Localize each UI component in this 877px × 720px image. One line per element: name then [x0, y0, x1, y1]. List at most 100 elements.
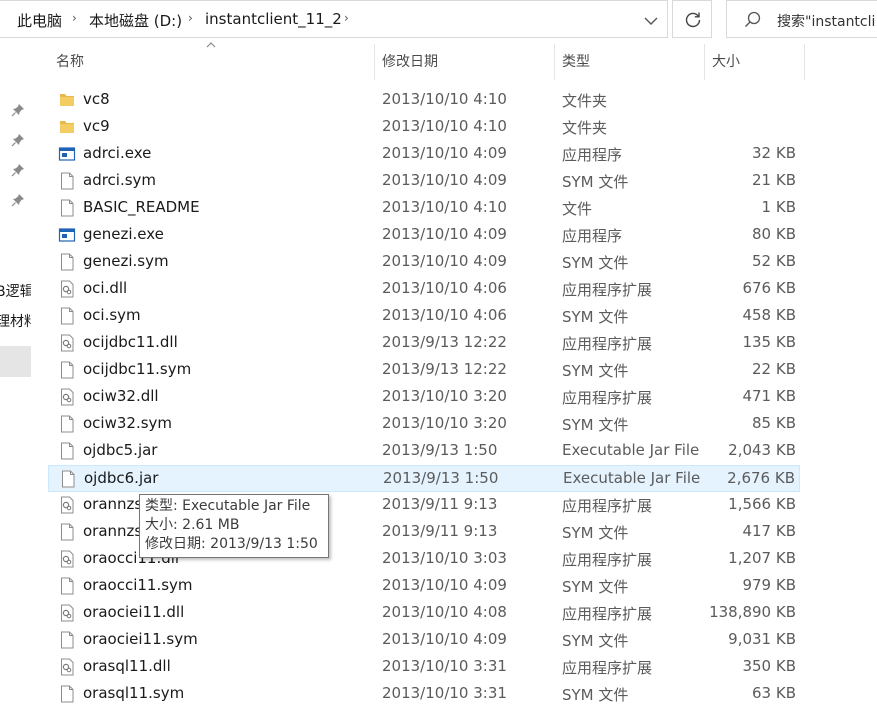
file-name: ojdbc6.jar [84, 469, 159, 487]
file-row[interactable]: ociw32.dll 2013/10/10 3:20 应用程序扩展 471 KB [48, 384, 800, 411]
file-row[interactable]: oraocci11.sym 2013/10/10 4:09 SYM 文件 979 KB [48, 573, 800, 600]
column-divider[interactable] [804, 44, 805, 80]
file-icon [58, 685, 76, 703]
sort-up-icon [206, 42, 216, 48]
file-row[interactable]: ocijdbc11.dll 2013/9/13 12:22 应用程序扩展 135 KB [48, 330, 800, 357]
file-date: 2013/10/10 4:09 [382, 144, 507, 162]
search-input[interactable]: 搜索"instantcli [726, 0, 877, 38]
breadcrumb-current-folder[interactable]: instantclient_11_2 [205, 10, 342, 28]
file-row[interactable]: vc9 2013/10/10 4:10 文件夹 [48, 114, 800, 141]
file-row[interactable]: oci.sym 2013/10/10 4:06 SYM 文件 458 KB [48, 303, 800, 330]
pin-icon[interactable] [11, 133, 25, 147]
file-name: vc9 [83, 117, 110, 135]
tooltip-size: 大小: 2.61 MB [145, 517, 240, 533]
file-row[interactable]: vc8 2013/10/10 4:10 文件夹 [48, 87, 800, 114]
file-row[interactable]: orasql11.sym 2013/10/10 3:31 SYM 文件 63 KB [48, 681, 800, 708]
file-size: 21 KB [752, 171, 796, 189]
file-type: Executable Jar File [562, 441, 700, 459]
file-type: SYM 文件 [562, 416, 629, 434]
file-type: 应用程序扩展 [562, 605, 653, 623]
dll-icon [58, 604, 76, 622]
file-date: 2013/9/13 1:50 [383, 469, 499, 487]
file-type: Executable Jar File [563, 469, 701, 487]
column-divider[interactable] [554, 44, 555, 80]
address-box[interactable]: 此电脑 › 本地磁盘 (D:) › instantclient_11_2 › [0, 0, 668, 38]
file-type: 应用程序扩展 [562, 335, 653, 353]
breadcrumb-this-pc[interactable]: 此电脑 [17, 10, 62, 31]
file-name: ociw32.dll [83, 387, 159, 405]
file-icon [59, 470, 77, 488]
search-placeholder: 搜索"instantcli [777, 14, 876, 30]
file-date: 2013/9/13 12:22 [382, 360, 507, 378]
file-size: 138,890 KB [709, 603, 796, 621]
pin-icon[interactable] [11, 163, 25, 177]
chevron-down-icon[interactable] [640, 10, 662, 32]
column-header-name[interactable]: 名称 [56, 44, 84, 80]
nav-item[interactable]: B逻辑 [0, 281, 31, 301]
folder-icon [58, 118, 76, 136]
file-date: 2013/10/10 4:09 [382, 252, 507, 270]
breadcrumb-local-disk[interactable]: 本地磁盘 (D:) [89, 10, 182, 31]
file-name: oraociei11.sym [83, 630, 198, 648]
file-name: ocijdbc11.sym [83, 360, 192, 378]
file-type: 应用程序扩展 [562, 497, 653, 515]
breadcrumb-separator-icon[interactable]: › [72, 11, 77, 25]
file-date: 2013/10/10 4:10 [382, 198, 507, 216]
file-date: 2013/10/10 4:09 [382, 576, 507, 594]
file-row[interactable]: BASIC_README 2013/10/10 4:10 文件 1 KB [48, 195, 800, 222]
pin-icon[interactable] [11, 193, 25, 207]
address-bar: 此电脑 › 本地磁盘 (D:) › instantclient_11_2 › 搜… [0, 0, 877, 40]
pin-icon[interactable] [11, 103, 25, 117]
file-size: 979 KB [742, 576, 796, 594]
file-row-selected[interactable]: ojdbc6.jar 2013/9/13 1:50 Executable Jar F… [48, 465, 800, 492]
column-header-date[interactable]: 修改日期 [382, 44, 438, 80]
file-row[interactable]: oci.dll 2013/10/10 4:06 应用程序扩展 676 KB [48, 276, 800, 303]
file-type: 文件夹 [562, 92, 608, 110]
file-type: SYM 文件 [562, 362, 629, 380]
refresh-icon [685, 12, 701, 28]
breadcrumb-separator-icon[interactable]: › [344, 11, 349, 25]
file-name: orasql11.dll [83, 657, 171, 675]
folder-icon [58, 91, 76, 109]
column-header-type[interactable]: 类型 [562, 44, 590, 80]
file-type: 应用程序扩展 [562, 551, 653, 569]
file-row[interactable]: ociw32.sym 2013/10/10 3:20 SYM 文件 85 KB [48, 411, 800, 438]
file-size: 80 KB [752, 225, 796, 243]
column-header-size[interactable]: 大小 [712, 44, 740, 80]
column-divider[interactable] [704, 44, 705, 80]
file-size: 458 KB [742, 306, 796, 324]
exe-icon [58, 145, 76, 163]
file-row[interactable]: adrci.sym 2013/10/10 4:09 SYM 文件 21 KB [48, 168, 800, 195]
file-date: 2013/10/10 4:08 [382, 603, 507, 621]
file-type: SYM 文件 [562, 578, 629, 596]
file-date: 2013/9/13 12:22 [382, 333, 507, 351]
file-row[interactable]: orasql11.dll 2013/10/10 3:31 应用程序扩展 350 KB [48, 654, 800, 681]
file-date: 2013/10/10 4:10 [382, 90, 507, 108]
column-divider[interactable] [374, 44, 375, 80]
tooltip-type: 类型: Executable Jar File [145, 498, 311, 514]
file-icon [58, 415, 76, 433]
file-row[interactable]: oraociei11.sym 2013/10/10 4:09 SYM 文件 9,031… [48, 627, 800, 654]
file-row[interactable]: oraociei11.dll 2013/10/10 4:08 应用程序扩展 138,8… [48, 600, 800, 627]
file-type: SYM 文件 [562, 173, 629, 191]
file-row[interactable]: adrci.exe 2013/10/10 4:09 应用程序 32 KB [48, 141, 800, 168]
file-row[interactable]: genezi.sym 2013/10/10 4:09 SYM 文件 52 KB [48, 249, 800, 276]
file-row[interactable]: ocijdbc11.sym 2013/9/13 12:22 SYM 文件 22 KB [48, 357, 800, 384]
file-name: ociw32.sym [83, 414, 173, 432]
file-date: 2013/9/11 9:13 [382, 495, 498, 513]
file-date: 2013/10/10 4:09 [382, 171, 507, 189]
nav-item-selected[interactable] [0, 346, 31, 377]
file-name: oraocci11.sym [83, 576, 193, 594]
file-icon [58, 307, 76, 325]
file-row[interactable]: genezi.exe 2013/10/10 4:09 应用程序 80 KB [48, 222, 800, 249]
file-tooltip: 类型: Executable Jar File 大小: 2.61 MB 修改日期… [139, 494, 329, 558]
refresh-button[interactable] [672, 0, 712, 38]
file-row[interactable]: ojdbc5.jar 2013/9/13 1:50 Executable Jar F… [48, 438, 800, 465]
nav-item[interactable]: 理材料 [0, 311, 31, 331]
breadcrumb-separator-icon[interactable]: › [188, 11, 193, 25]
file-size: 9,031 KB [728, 630, 796, 648]
file-icon [58, 253, 76, 271]
file-size: 1 KB [761, 198, 796, 216]
file-name: orannzs [83, 522, 143, 540]
dll-icon [58, 658, 76, 676]
